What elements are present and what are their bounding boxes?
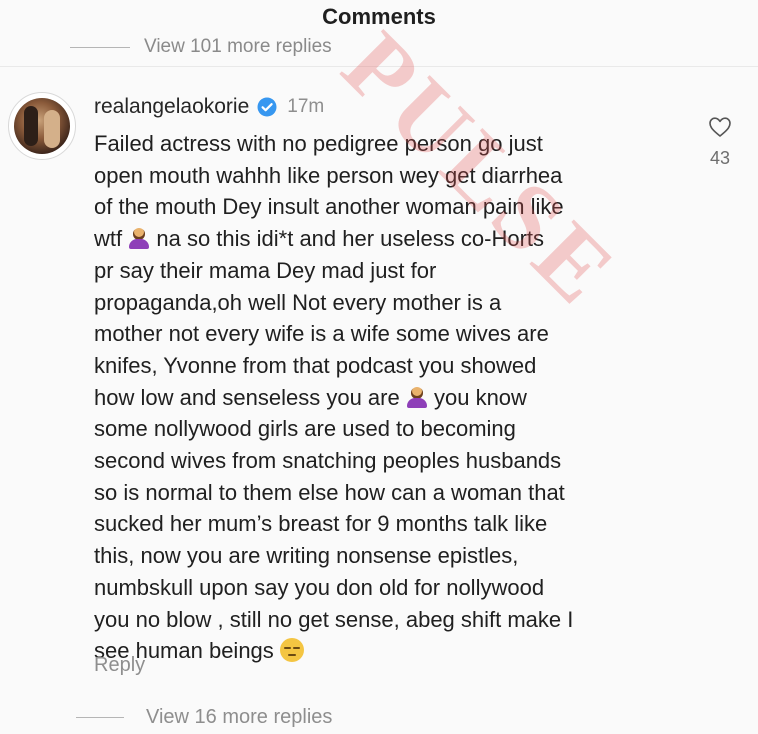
comment-line: you no blow , still no get sense, abeg s… [94, 606, 574, 632]
comment-line: knifes, Yvonne from that podcast you sho… [94, 352, 537, 378]
like-control: 43 [700, 116, 740, 169]
view-more-replies-label[interactable]: View 16 more replies [146, 706, 332, 729]
comment-line: wtf na so this idi*t and her useless co-… [94, 223, 694, 255]
comment-line: how low and senseless you are you know [94, 382, 694, 414]
comment-line: this, now you are writing nonsense epist… [94, 543, 519, 569]
comment-line: so is normal to them else how can a woma… [94, 479, 565, 505]
comments-header: Comments [0, 0, 758, 40]
comment-line: some nollywood girls are used to becomin… [94, 416, 516, 442]
comments-screen: Comments View 101 more replies realangel… [0, 0, 758, 734]
comment-line: pr say their mama Dey mad just for [94, 257, 437, 283]
comment-line: see human beings [94, 635, 694, 667]
comment-fragment: you know [433, 384, 527, 410]
comment-line: mother not every wife is a wife some wiv… [94, 321, 549, 347]
avatar-image [14, 98, 70, 154]
comment-timestamp: 17m [287, 96, 325, 117]
comment-line: sucked her mum’s breast for 9 months tal… [94, 511, 548, 537]
username[interactable]: realangelaokorie [94, 95, 249, 119]
page-title: Comments [322, 4, 436, 29]
avatar-figure-right [44, 110, 60, 148]
comment-line: of the mouth Dey insult another woman pa… [94, 194, 564, 220]
like-count: 43 [709, 148, 731, 168]
reply-button[interactable]: Reply [94, 654, 145, 677]
heart-icon[interactable] [708, 116, 732, 138]
comment-line: propaganda,oh well Not every mother is a [94, 289, 502, 315]
comment-line: numbskull upon say you don old for nolly… [94, 574, 545, 600]
divider [0, 66, 758, 67]
woman-shrugging-emoji-icon [128, 227, 150, 250]
unamused-face-emoji-icon [279, 638, 304, 663]
comment-line: open mouth wahhh like person wey get dia… [94, 162, 563, 188]
verified-badge-icon [257, 97, 277, 117]
comment-text: Failed actress with no pedigree person g… [94, 128, 694, 667]
comment-line: second wives from snatching peoples husb… [94, 448, 562, 474]
view-previous-replies-label[interactable]: View 101 more replies [144, 36, 332, 58]
woman-shrugging-emoji-icon [406, 386, 428, 408]
avatar-figure-left [24, 106, 38, 146]
avatar[interactable] [8, 92, 76, 160]
comment-meta: realangelaokorie 17m [94, 93, 324, 121]
comment-fragment: na so this idi*t and her useless co-Hort… [156, 226, 545, 252]
reply-thread-line [70, 46, 130, 48]
reply-thread-line [76, 716, 124, 718]
view-previous-replies[interactable]: View 101 more replies [70, 36, 332, 58]
view-more-replies[interactable]: View 16 more replies [76, 704, 332, 730]
comment-fragment: how low and senseless you are [94, 384, 400, 410]
comment-fragment: wtf [94, 226, 123, 252]
comment-line: Failed actress with no pedigree person g… [94, 131, 543, 156]
